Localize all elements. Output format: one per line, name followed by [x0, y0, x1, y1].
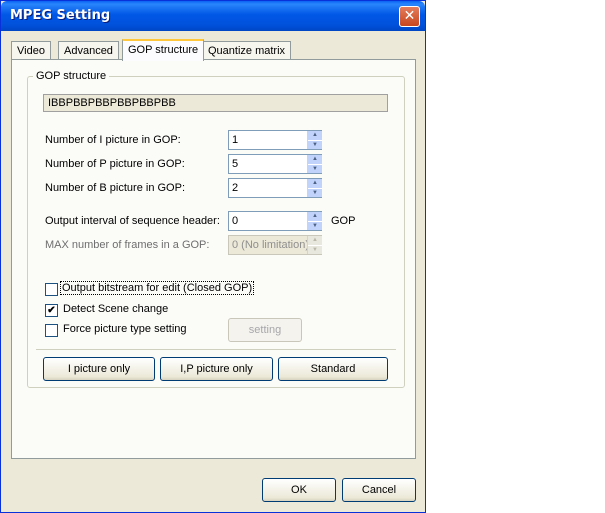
- ip-picture-only-button[interactable]: I,P picture only: [160, 357, 273, 381]
- force-picture-type-checkbox[interactable]: [45, 324, 58, 337]
- max-frames-spinner: 0 (No limitation) ▲ ▼: [228, 235, 322, 255]
- closed-gop-label[interactable]: Output bitstream for edit (Closed GOP): [59, 281, 255, 295]
- down-arrow-icon[interactable]: ▼: [308, 221, 322, 230]
- b-picture-label: Number of B picture in GOP:: [45, 182, 185, 194]
- cancel-button[interactable]: Cancel: [342, 478, 416, 502]
- setting-button: setting: [228, 318, 302, 342]
- up-arrow-icon[interactable]: ▲: [308, 131, 322, 140]
- p-picture-label: Number of P picture in GOP:: [45, 158, 185, 170]
- spinner-value: 2: [232, 182, 239, 194]
- spinner-value: 5: [232, 158, 239, 170]
- standard-button[interactable]: Standard: [278, 357, 388, 381]
- sequence-header-interval-label: Output interval of sequence header:: [45, 215, 220, 227]
- detect-scene-change-label[interactable]: Detect Scene change: [63, 303, 168, 315]
- p-picture-spinner[interactable]: 5 ▲ ▼: [228, 154, 322, 174]
- down-arrow-icon[interactable]: ▼: [308, 164, 322, 173]
- closed-gop-checkbox[interactable]: [45, 283, 58, 296]
- gop-unit-label: GOP: [331, 215, 356, 227]
- ok-button[interactable]: OK: [262, 478, 336, 502]
- tab-label: Advanced: [64, 45, 113, 57]
- spinner-value: 0: [232, 215, 239, 227]
- up-arrow-icon: ▲: [308, 236, 322, 245]
- group-label: GOP structure: [33, 70, 110, 82]
- title-bar[interactable]: MPEG Setting ✕: [1, 1, 425, 31]
- tab-video[interactable]: Video: [11, 41, 51, 61]
- tab-label: GOP structure: [128, 44, 199, 56]
- i-picture-label: Number of I picture in GOP:: [45, 134, 181, 146]
- up-arrow-icon[interactable]: ▲: [308, 179, 322, 188]
- spinner-value: 0 (No limitation): [232, 239, 310, 251]
- tab-label: Quantize matrix: [208, 45, 286, 57]
- tab-gop-structure[interactable]: GOP structure: [122, 39, 205, 61]
- close-icon: ✕: [403, 8, 416, 24]
- down-arrow-icon[interactable]: ▼: [308, 188, 322, 197]
- i-picture-spinner[interactable]: 1 ▲ ▼: [228, 130, 322, 150]
- spinner-value: 1: [232, 134, 239, 146]
- down-arrow-icon: ▼: [308, 245, 322, 254]
- i-picture-only-button[interactable]: I picture only: [43, 357, 155, 381]
- up-arrow-icon[interactable]: ▲: [308, 155, 322, 164]
- gop-pattern-display: IBBPBBPBBPBBPBBPBB: [43, 94, 388, 112]
- checkmark-icon: ✔: [47, 305, 56, 316]
- force-picture-type-label[interactable]: Force picture type setting: [63, 323, 187, 335]
- tab-label: Video: [17, 45, 45, 57]
- window-title: MPEG Setting: [10, 8, 111, 23]
- b-picture-spinner[interactable]: 2 ▲ ▼: [228, 178, 322, 198]
- gop-structure-group: [27, 76, 405, 388]
- down-arrow-icon[interactable]: ▼: [308, 140, 322, 149]
- mpeg-setting-dialog: MPEG Setting ✕ Video Advanced GOP struct…: [0, 0, 426, 513]
- tab-advanced[interactable]: Advanced: [58, 41, 119, 61]
- sequence-header-interval-spinner[interactable]: 0 ▲ ▼: [228, 211, 322, 231]
- close-button[interactable]: ✕: [399, 6, 420, 27]
- tab-quantize-matrix[interactable]: Quantize matrix: [202, 41, 292, 61]
- max-frames-label: MAX number of frames in a GOP:: [45, 239, 210, 251]
- detect-scene-change-checkbox[interactable]: ✔: [45, 304, 58, 317]
- up-arrow-icon[interactable]: ▲: [308, 212, 322, 221]
